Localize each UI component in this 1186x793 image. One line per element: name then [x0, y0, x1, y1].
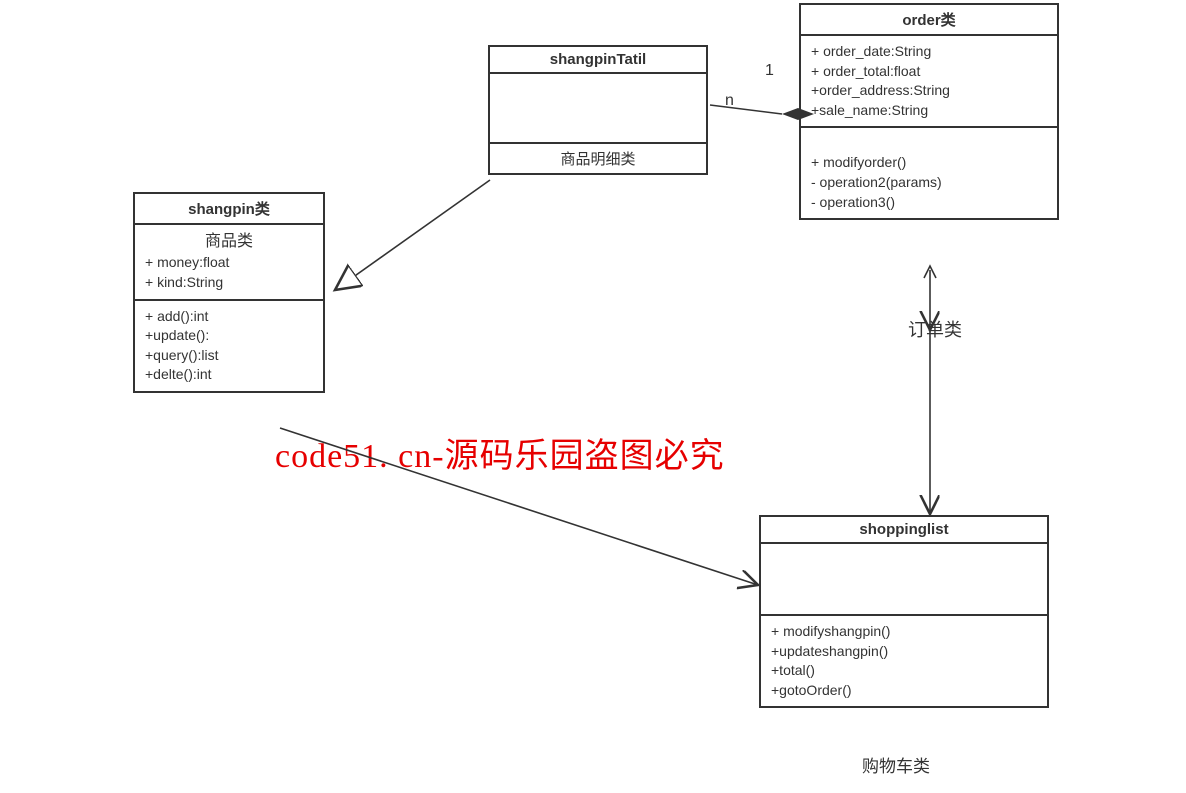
class-shoppinglist-title: shoppinglist: [761, 517, 1047, 544]
watermark-text: code51. cn-源码乐园盗图必究: [275, 428, 725, 477]
attr: + money:float: [145, 253, 313, 273]
class-shoppinglist-ops: + modifyshangpin() +updateshangpin() +to…: [761, 616, 1047, 706]
assoc-label-order: 订单类: [908, 316, 962, 342]
attr: +order_address:String: [811, 81, 1047, 101]
op: +query():list: [145, 346, 313, 366]
attr: + kind:String: [145, 273, 313, 293]
attr: +sale_name:String: [811, 101, 1047, 121]
class-shoppinglist-bottom-label: 购物车类: [862, 752, 930, 777]
op: - operation2(params): [811, 173, 1047, 193]
op: + modifyshangpin(): [771, 622, 1037, 642]
class-shangpin-attrs: 商品类 + money:float + kind:String: [135, 225, 323, 301]
class-shangpintatil-title: shangpinTatil: [490, 47, 706, 74]
attr: + order_date:String: [811, 42, 1047, 62]
op: +gotoOrder(): [771, 681, 1037, 701]
class-shangpintatil-note: 商品明细类: [490, 144, 706, 173]
class-order: order类 + order_date:String + order_total…: [799, 3, 1059, 220]
multiplicity-n: n: [725, 92, 734, 110]
class-order-title: order类: [801, 5, 1057, 36]
class-shoppinglist: shoppinglist + modifyshangpin() +updates…: [759, 515, 1049, 708]
op: + modifyorder(): [811, 153, 1047, 173]
op: + add():int: [145, 307, 313, 327]
op: - operation3(): [811, 193, 1047, 213]
class-order-attrs: + order_date:String + order_total:float …: [801, 36, 1057, 128]
attr: + order_total:float: [811, 62, 1047, 82]
class-shangpin: shangpin类 商品类 + money:float + kind:Strin…: [133, 192, 325, 393]
op: +updateshangpin(): [771, 642, 1037, 662]
class-shangpintatil: shangpinTatil 商品明细类: [488, 45, 708, 175]
multiplicity-one: 1: [765, 62, 774, 80]
op: +update():: [145, 326, 313, 346]
class-shangpintatil-attrs: [490, 74, 706, 144]
class-shangpin-ops: + add():int +update(): +query():list +de…: [135, 301, 323, 391]
op: +delte():int: [145, 365, 313, 385]
class-shoppinglist-attrs: [761, 544, 1047, 616]
class-shangpin-title: shangpin类: [135, 194, 323, 225]
op: +total(): [771, 661, 1037, 681]
class-order-ops: + modifyorder() - operation2(params) - o…: [801, 128, 1057, 218]
class-shangpin-overlay-label: 商品类: [145, 231, 313, 253]
